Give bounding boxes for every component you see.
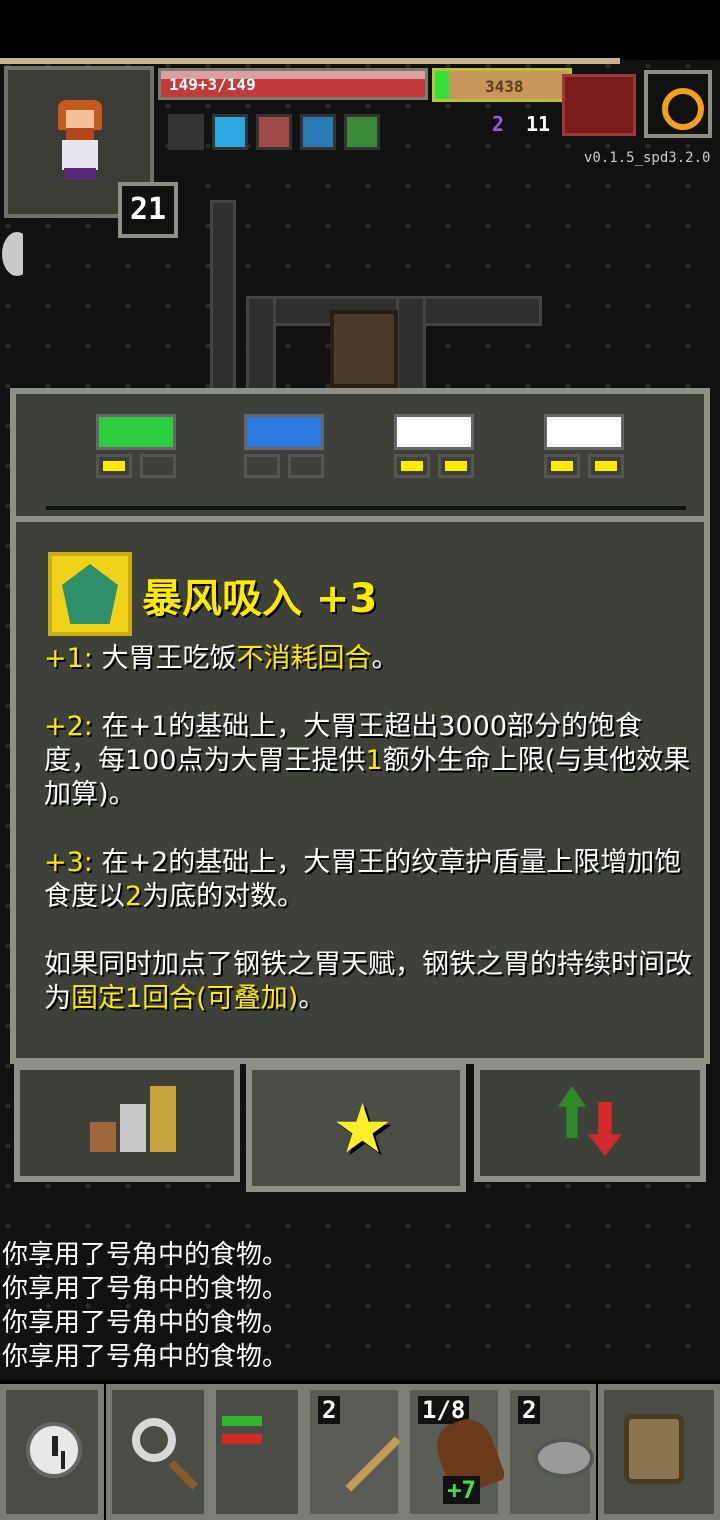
hp-bar: 149+3/149 — [158, 68, 428, 100]
log-line: 你享用了号角中的食物。 — [2, 1342, 289, 1372]
stone-icon — [534, 1438, 594, 1478]
backpack-button[interactable] — [598, 1384, 720, 1520]
talent-description: +1: 大胃王吃饭不消耗回合。 +2: 在+1的基础上，大胃王超出3000部分的… — [44, 642, 694, 1050]
keys-count: 2 — [492, 112, 505, 136]
talent-title: 暴风吸入 +3 — [142, 576, 378, 622]
tab-talents[interactable]: ★ — [246, 1064, 466, 1192]
talent-point-pip — [544, 454, 580, 478]
rest-buff-icon[interactable] — [344, 114, 380, 150]
ring-icon — [662, 88, 704, 130]
star-icon: ★ — [332, 1090, 393, 1169]
talent-info-window[interactable]: 暴风吸入 +3 +1: 大胃王吃饭不消耗回合。 +2: 在+1的基础上，大胃王超… — [10, 516, 710, 1064]
game-log: 你享用了号角中的食物。 你享用了号角中的食物。 你享用了号角中的食物。 你享用了… — [2, 1238, 702, 1374]
stats-bars-icon — [90, 1086, 180, 1152]
horn-upgrade: +7 — [443, 1476, 480, 1504]
quickslot-horn[interactable]: 1/8 +7 — [404, 1384, 507, 1520]
scroll-talent-icon — [244, 414, 324, 450]
shield-buff-icon[interactable] — [300, 114, 336, 150]
search-button[interactable] — [106, 1384, 210, 1520]
danger-indicator[interactable] — [562, 74, 636, 136]
swap-arrows-icon — [222, 1410, 262, 1450]
talent-point-pip — [588, 454, 624, 478]
clock-icon — [26, 1422, 82, 1478]
quickslot-stone[interactable]: 2 — [504, 1384, 596, 1520]
gold-count: 11 — [526, 112, 551, 136]
talent-point-pip — [96, 454, 132, 478]
talent-rank3-text: +3: 在+2的基础上，大胃王的纹章护盾量上限增加饱食度以2为底的对数。 — [44, 847, 682, 912]
talent-point-pip — [438, 454, 474, 478]
toolbar: 2 1/8 +7 2 — [0, 1384, 720, 1520]
log-line: 你享用了号角中的食物。 — [2, 1240, 289, 1270]
log-line: 你享用了号角中的食物。 — [2, 1274, 289, 1304]
talent-rank2-text: +2: 在+1的基础上，大胃王超出3000部分的饱食度，每100点为大胃王提供1… — [44, 711, 691, 810]
buff-list — [168, 114, 380, 154]
dart-icon — [345, 1436, 401, 1492]
talent-tier-divider — [46, 506, 686, 510]
quickslot-dart[interactable]: 2 — [304, 1384, 404, 1520]
tab-stats[interactable] — [14, 1064, 240, 1182]
cloth-talent-icon — [544, 414, 624, 450]
log-line: 你享用了号角中的食物。 — [2, 1308, 289, 1338]
quickslot-swap-button[interactable] — [210, 1384, 304, 1520]
talent-point-pip — [140, 454, 176, 478]
heart-talent-icon — [96, 414, 176, 450]
armor-talent-icon — [394, 414, 474, 450]
backpack-icon — [624, 1414, 684, 1484]
dark-buff-icon[interactable] — [168, 114, 204, 150]
journal-button[interactable] — [644, 70, 712, 138]
exp-text: 3438 — [485, 77, 524, 96]
skull-buff-icon[interactable] — [212, 114, 248, 150]
exp-fill — [435, 71, 449, 99]
talent-extra-text: 如果同时加点了钢铁之胃天赋，钢铁之胃的持续时间改为固定1回合(可叠加)。 — [44, 949, 692, 1014]
storm-inhale-talent-icon — [48, 552, 132, 636]
updown-arrows-icon — [558, 1086, 628, 1156]
talent-point-pip — [394, 454, 430, 478]
talent-slot[interactable] — [384, 414, 484, 490]
talent-slot[interactable] — [534, 414, 634, 490]
talent-point-pip — [244, 454, 280, 478]
hp-text: 149+3/149 — [169, 75, 256, 94]
magnifier-icon — [132, 1418, 176, 1462]
dungeon-door[interactable] — [330, 310, 398, 388]
talent-rank1-text: +1: 大胃王吃饭不消耗回合。 — [44, 643, 399, 674]
exp-bar: 3438 — [432, 68, 572, 102]
talent-slot[interactable] — [86, 414, 186, 490]
stone-count: 2 — [518, 1396, 541, 1424]
wait-button[interactable] — [0, 1384, 104, 1520]
hero-level-badge: 21 — [118, 182, 178, 238]
talent-point-pip — [288, 454, 324, 478]
status-divider — [0, 58, 620, 64]
upgrade-buff-icon[interactable] — [256, 114, 292, 150]
talent-slot[interactable] — [234, 414, 334, 490]
tab-buffs[interactable] — [474, 1064, 706, 1182]
version-label: v0.1.5_spd3.2.0 — [584, 150, 711, 166]
dart-count: 2 — [318, 1396, 341, 1424]
hero-portrait-icon — [50, 100, 110, 180]
